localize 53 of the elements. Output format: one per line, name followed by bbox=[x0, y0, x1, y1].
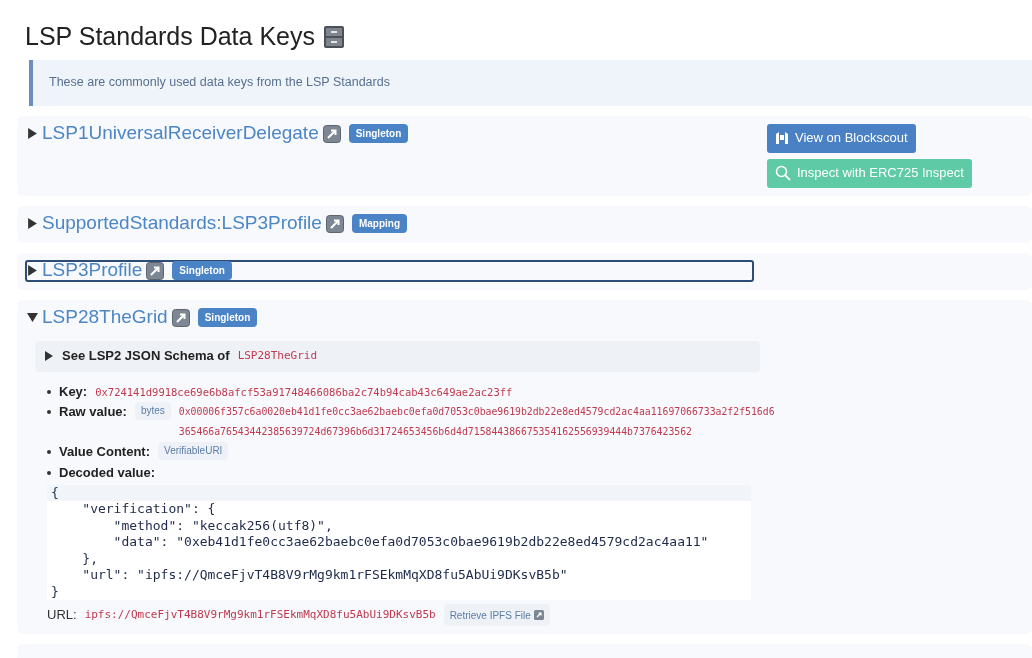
key-link[interactable]: LSP3Profile bbox=[42, 256, 143, 285]
external-link-icon bbox=[322, 124, 341, 143]
type-badge: Singleton bbox=[197, 308, 258, 327]
url-label: URL: bbox=[47, 606, 77, 625]
external-link-icon bbox=[325, 214, 344, 233]
caret-right-icon[interactable] bbox=[44, 351, 54, 361]
type-tag: VerifiableURI bbox=[158, 441, 229, 460]
bullet-icon bbox=[47, 449, 51, 454]
caret-right-icon[interactable] bbox=[27, 265, 38, 276]
field-label: Raw value: bbox=[59, 402, 127, 421]
code-line: }, bbox=[81, 550, 99, 567]
key-link[interactable]: SupportedStandards:LSP3Profile bbox=[42, 209, 322, 238]
schema-summary[interactable]: See LSP2 JSON Schema of LSP28TheGrid bbox=[35, 340, 760, 372]
field-value: 0x724141d9918ce69e6b8afcf53a91748466086ba2c74b94cab43c649ae2ac23ff bbox=[95, 384, 513, 400]
bullet-icon bbox=[47, 389, 51, 394]
key-header[interactable]: SupportedStandards:LSP3Profile Mapping bbox=[25, 212, 754, 235]
field-value: 0x00006f357c6a0020eb41d1fe0cc3ae62baebc0efa0d7053c0bae9619b2db22e8ed4579cd2ac4aa11697066733a2f2f516d6365466a76543442385639724d67396b6d31724653456b6d4d715844386675354162556939444b7376423562 bbox=[178, 404, 776, 439]
key-link[interactable]: LSP1UniversalReceiverDelegate bbox=[42, 119, 319, 148]
external-link-icon bbox=[171, 308, 190, 327]
field-label: Value Content: bbox=[59, 442, 150, 461]
blockscout-button[interactable]: View on Blockscout bbox=[767, 123, 916, 153]
caret-right-icon[interactable] bbox=[27, 218, 38, 229]
binoculars-icon bbox=[775, 131, 789, 145]
code-line: "url": "ipfs://QmceFjvT4B8V9rMg9km1rFSEkmMqXD8fu5AbUi9DKsvB5b" bbox=[81, 567, 569, 584]
retrieve-file-button[interactable]: Retrieve IPFS File bbox=[443, 604, 550, 626]
key-link[interactable]: LSP28TheGrid bbox=[42, 303, 168, 332]
key-header[interactable]: LSP28TheGrid Singleton bbox=[25, 306, 754, 329]
key-header[interactable]: LSP3Profile Singleton bbox=[25, 259, 754, 282]
code-line: } bbox=[50, 583, 60, 600]
search-icon bbox=[775, 165, 791, 181]
page-title: LSP Standards Data Keys bbox=[25, 21, 315, 52]
code-line: "verification": { bbox=[81, 501, 217, 518]
summary-label: See LSP2 JSON Schema of bbox=[62, 347, 230, 366]
schema-name: LSP28TheGrid bbox=[237, 347, 318, 364]
file-cabinet-icon bbox=[323, 24, 345, 49]
field-label: Key: bbox=[59, 382, 88, 401]
code-line: "data": "0xeb41d1fe0cc3ae62baebc0efa0d7053c0bae9619b2db22e8ed4579cd2ac4aa11" bbox=[112, 534, 710, 551]
type-badge: Singleton bbox=[172, 261, 232, 280]
caret-right-icon[interactable] bbox=[27, 128, 38, 139]
type-badge: Singleton bbox=[348, 124, 409, 143]
bullet-icon bbox=[47, 409, 51, 414]
bullet-icon bbox=[47, 470, 51, 475]
external-link-icon bbox=[533, 610, 544, 620]
code-line: "method": "keccak256(utf8)", bbox=[112, 517, 334, 534]
caret-down-icon[interactable] bbox=[27, 312, 38, 323]
info-note: These are commonly used data keys from the LSP Standards bbox=[29, 59, 1032, 106]
type-badge: Mapping bbox=[351, 214, 408, 233]
url-value: ipfs://QmceFjvT4B8V9rMg9km1rFSEkmMqXD8fu5AbUi9DKsvB5b bbox=[84, 606, 436, 623]
field-label: Decoded value: bbox=[59, 463, 156, 482]
type-tag: bytes bbox=[134, 401, 171, 420]
inspect-button[interactable]: Inspect with ERC725 Inspect bbox=[767, 158, 972, 188]
key-header[interactable]: LSP1UniversalReceiverDelegate Singleton bbox=[25, 122, 754, 145]
external-link-icon bbox=[146, 261, 165, 280]
